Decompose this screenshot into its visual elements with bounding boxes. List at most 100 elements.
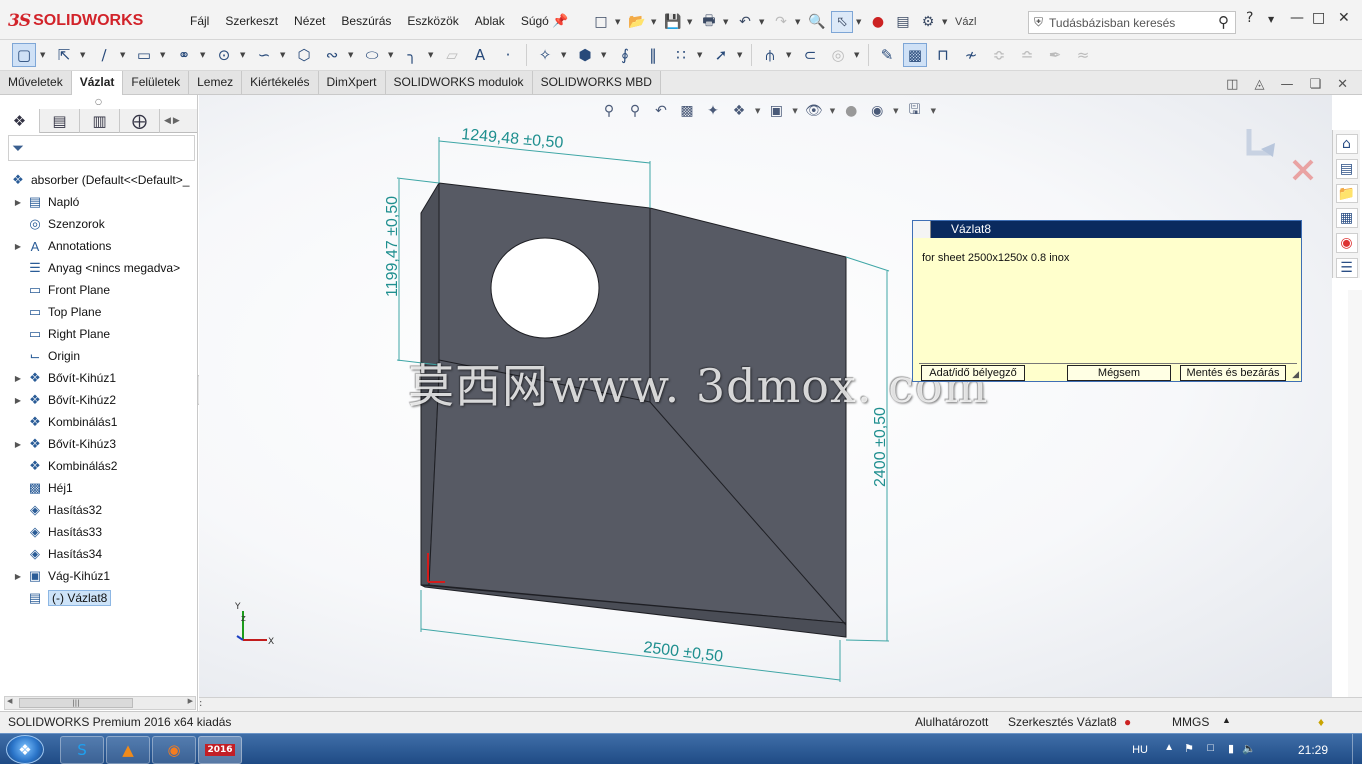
redo-icon[interactable]: ↷: [770, 11, 792, 33]
fillet-dropdown-icon[interactable]: ▼: [428, 51, 436, 59]
scrollbar-thumb[interactable]: |||: [19, 698, 133, 708]
sketch-ink-icon[interactable]: ✒: [1043, 43, 1067, 67]
network-signal-icon[interactable]: ▮: [1228, 742, 1234, 755]
save-and-close-button[interactable]: Mentés és bezárás: [1180, 365, 1286, 381]
clock[interactable]: 21:29: [1298, 743, 1328, 757]
solidworks-logo[interactable]: 3S SOLIDWORKS: [8, 8, 160, 34]
help-button[interactable]: ?: [1246, 10, 1253, 26]
arc-icon[interactable]: ∽: [252, 43, 276, 67]
taskbar-firefox[interactable]: ◉: [152, 736, 196, 764]
action-center-flag-icon[interactable]: ⚑: [1184, 742, 1194, 755]
save-dropdown-icon[interactable]: ▼: [687, 18, 695, 26]
line-icon[interactable]: ∕: [92, 43, 116, 67]
tree-item[interactable]: ▶ A Annotations: [0, 235, 198, 257]
popup-title-bar[interactable]: Vázlat8: [913, 221, 1301, 238]
polygon-icon[interactable]: ⬡: [292, 43, 316, 67]
print-icon[interactable]: 🖶: [698, 11, 720, 33]
relations-dropdown-icon[interactable]: ▼: [786, 51, 794, 59]
dimxpert-manager-tab-icon[interactable]: ⨁: [120, 109, 160, 133]
tile-right-icon[interactable]: ◬: [1254, 77, 1264, 92]
tree-item[interactable]: ◈ Hasítás34: [0, 543, 198, 565]
select-dropdown-icon[interactable]: ▼: [856, 18, 864, 26]
resize-grip-icon[interactable]: ◢: [1292, 369, 1299, 380]
sketch-dropdown-icon[interactable]: ▼: [40, 51, 48, 59]
trim-entities-icon[interactable]: ✧: [533, 43, 557, 67]
configuration-manager-tab-icon[interactable]: ▥: [80, 109, 120, 133]
manager-tab-scroll[interactable]: ◀ ▶: [164, 109, 180, 132]
slot-dropdown-icon[interactable]: ▼: [200, 51, 208, 59]
tab-features[interactable]: Műveletek: [0, 71, 72, 94]
knowledge-search-input[interactable]: ⛨ Tudásbázisban keresés ⚲: [1028, 11, 1236, 34]
viewport-vertical-scrollbar[interactable]: [1348, 290, 1362, 697]
quick-snaps-icon[interactable]: ◎: [826, 43, 850, 67]
rectangle-icon[interactable]: ▭: [132, 43, 156, 67]
popup-menu-icon[interactable]: [913, 221, 931, 238]
pattern-dropdown-icon[interactable]: ▼: [697, 51, 705, 59]
rebuild-status-icon[interactable]: ●: [1124, 715, 1131, 729]
tab-solidworks-mbd[interactable]: SOLIDWORKS MBD: [532, 71, 661, 94]
tree-item[interactable]: ▶ ▣ Vág-Kihúz1: [0, 565, 198, 587]
shaded-sketch-icon[interactable]: ▩: [903, 43, 927, 67]
dim-right-text[interactable]: 2400 ±0,50: [872, 407, 889, 487]
tree-item[interactable]: ⌙ Origin: [0, 345, 198, 367]
rapid-sketch-icon[interactable]: ≏: [1015, 43, 1039, 67]
taskbar-skype[interactable]: S: [60, 736, 104, 764]
menu-tools[interactable]: Eszközök: [399, 12, 466, 30]
move-dropdown-icon[interactable]: ▼: [737, 51, 745, 59]
view-palette-icon[interactable]: ▦: [1335, 208, 1358, 229]
menu-view[interactable]: Nézet: [286, 12, 333, 30]
new-document-icon[interactable]: □: [590, 11, 612, 33]
menu-edit[interactable]: Szerkeszt: [217, 12, 286, 30]
appearances-icon[interactable]: ◉: [1335, 233, 1358, 254]
expand-arrow-icon[interactable]: ▶: [11, 374, 25, 383]
sketch-chart-icon[interactable]: ⊓: [931, 43, 955, 67]
rebuild-icon[interactable]: 🔍: [806, 11, 828, 33]
file-properties-icon[interactable]: ▤: [892, 11, 914, 33]
convert-dropdown-icon[interactable]: ▼: [601, 51, 609, 59]
doc-restore-icon[interactable]: ❏: [1309, 77, 1321, 92]
point-icon[interactable]: ·: [496, 43, 520, 67]
units-up-icon[interactable]: ▲: [1222, 715, 1231, 725]
tree-filter[interactable]: ⏷: [8, 135, 195, 161]
text-icon[interactable]: A: [468, 43, 492, 67]
tab-surfaces[interactable]: Felületek: [123, 71, 190, 94]
home-icon[interactable]: ⌂: [1335, 134, 1358, 154]
circle-icon[interactable]: ⊙: [212, 43, 236, 67]
tab-solidworks-addins[interactable]: SOLIDWORKS modulok: [385, 71, 533, 94]
options-dropdown-icon[interactable]: ▼: [942, 18, 950, 26]
slot-icon[interactable]: ⚭: [172, 43, 196, 67]
save-icon[interactable]: 💾: [662, 11, 684, 33]
comment-text-area[interactable]: for sheet 2500x1250x 0.8 inox: [913, 238, 1301, 264]
dim-left-text[interactable]: 1199,47 ±0,50: [384, 196, 401, 297]
convert-entities-icon[interactable]: ⬢: [573, 43, 597, 67]
tree-item[interactable]: ❖ Kombinálás2: [0, 455, 198, 477]
doc-close-icon[interactable]: ✕: [1337, 77, 1348, 92]
mirror-entities-icon[interactable]: ‖: [641, 43, 665, 67]
linear-pattern-icon[interactable]: ∷: [669, 43, 693, 67]
filter-funnel-icon[interactable]: ⏷: [12, 139, 24, 157]
expand-arrow-icon[interactable]: ▶: [11, 396, 25, 405]
tree-item[interactable]: ▶ ❖ Bővít-Kihúz2: [0, 389, 198, 411]
redo-dropdown-icon[interactable]: ▼: [795, 18, 803, 26]
search-icon[interactable]: ⚲: [1218, 13, 1229, 31]
select-arrow-icon[interactable]: ⬁: [831, 11, 853, 33]
tree-item[interactable]: ☰ Anyag <nincs megadva>: [0, 257, 198, 279]
open-dropdown-icon[interactable]: ▼: [651, 18, 659, 26]
new-dropdown-icon[interactable]: ▼: [615, 18, 623, 26]
print-dropdown-icon[interactable]: ▼: [723, 18, 731, 26]
instant2d-icon[interactable]: ✎: [875, 43, 899, 67]
vazl-label[interactable]: Vázl: [955, 16, 976, 28]
menu-file[interactable]: Fájl: [182, 12, 217, 30]
rectangle-dropdown-icon[interactable]: ▼: [160, 51, 168, 59]
close-icon[interactable]: ✕: [1338, 10, 1350, 26]
modify-sketch-icon[interactable]: ≈: [1071, 43, 1095, 67]
tab-sheet-metal[interactable]: Lemez: [189, 71, 243, 94]
taskbar-vlc[interactable]: ▲: [106, 736, 150, 764]
design-library-icon[interactable]: ▤: [1335, 158, 1358, 179]
arc-dropdown-icon[interactable]: ▼: [280, 51, 288, 59]
trim-dropdown-icon[interactable]: ▼: [561, 51, 569, 59]
menu-window[interactable]: Ablak: [467, 12, 513, 30]
menu-help[interactable]: Súgó: [513, 12, 557, 30]
tab-sketch[interactable]: Vázlat: [71, 71, 124, 95]
circle-dropdown-icon[interactable]: ▼: [240, 51, 248, 59]
